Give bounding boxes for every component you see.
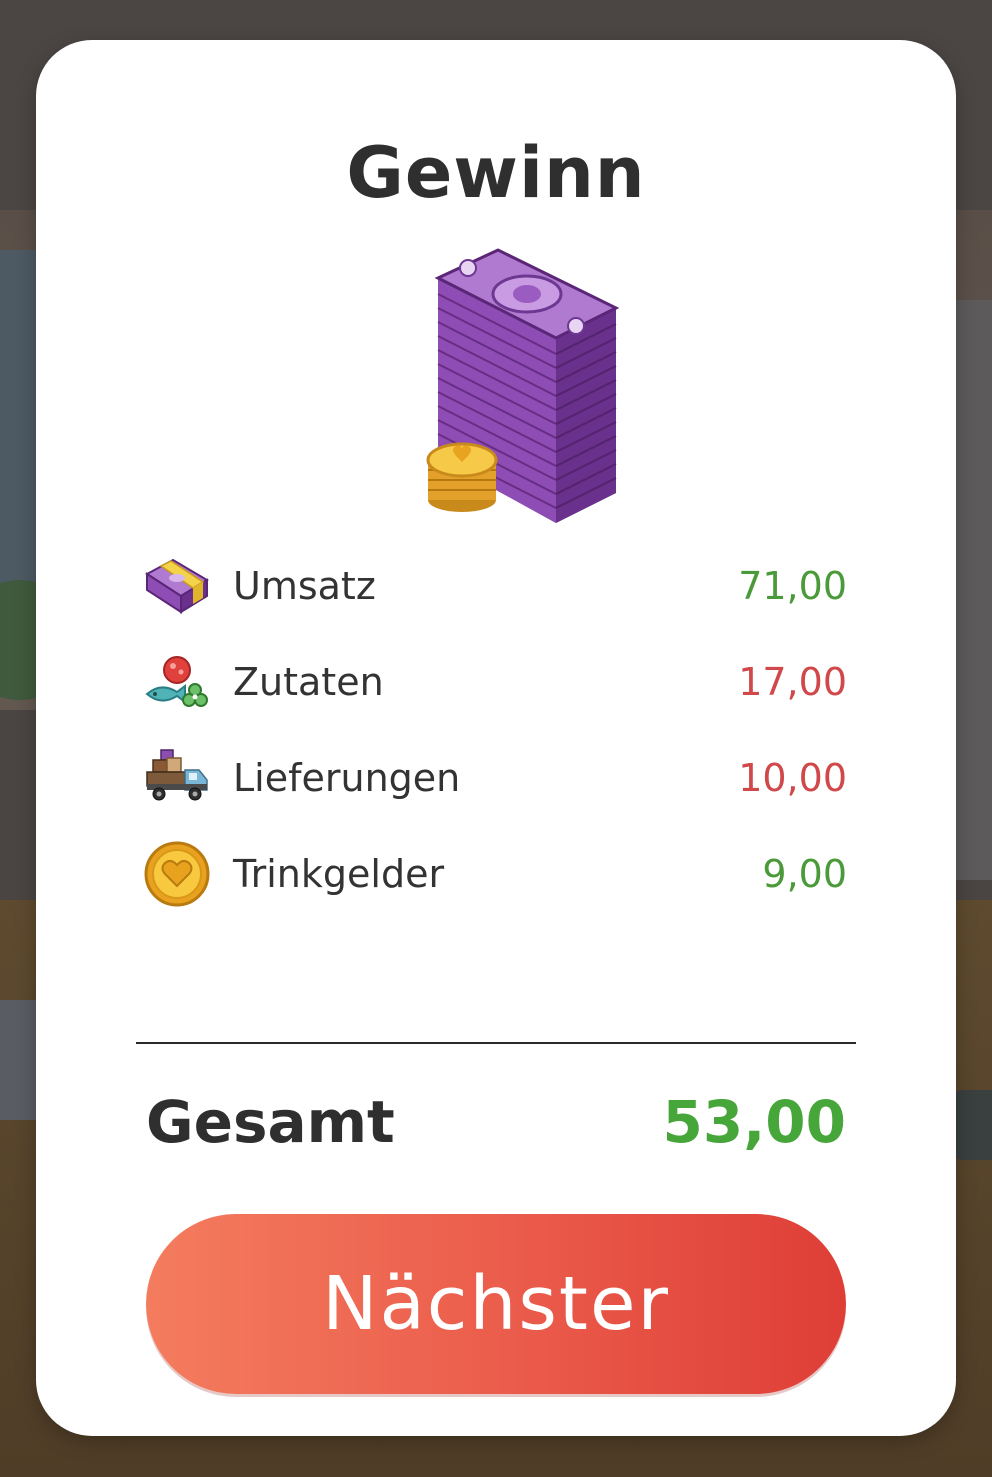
ingredients-value: 17,00	[738, 660, 847, 704]
total-divider	[136, 1042, 856, 1044]
ingredients-icon	[143, 648, 211, 716]
breakdown-row-deliveries: Lieferungen 10,00	[143, 730, 847, 826]
cash-bundle-icon	[143, 552, 211, 620]
revenue-value: 71,00	[738, 564, 847, 608]
delivery-truck-icon	[143, 744, 211, 812]
breakdown-row-ingredients: Zutaten 17,00	[143, 634, 847, 730]
deliveries-label: Lieferungen	[233, 756, 461, 800]
next-button[interactable]: Nächster	[146, 1214, 846, 1394]
money-stack-icon	[426, 238, 626, 528]
revenue-label: Umsatz	[233, 564, 376, 608]
deliveries-value: 10,00	[738, 756, 847, 800]
ingredients-label: Zutaten	[233, 660, 384, 704]
dialog-title: Gewinn	[346, 132, 646, 214]
total-label: Gesamt	[146, 1088, 395, 1156]
heart-coin-icon	[143, 840, 211, 908]
profit-dialog: Gewinn Umsatz 71,00 Zutaten 17,00 Liefer…	[36, 40, 956, 1436]
breakdown-row-revenue: Umsatz 71,00	[143, 538, 847, 634]
total-value: 53,00	[662, 1088, 846, 1156]
breakdown-row-tips: Trinkgelder 9,00	[143, 826, 847, 922]
background-pot	[952, 1090, 992, 1160]
tips-value: 9,00	[762, 852, 847, 896]
tips-label: Trinkgelder	[233, 852, 445, 896]
next-button-label: Nächster	[322, 1261, 670, 1347]
profit-breakdown-list: Umsatz 71,00 Zutaten 17,00 Lieferungen 1…	[143, 538, 847, 922]
